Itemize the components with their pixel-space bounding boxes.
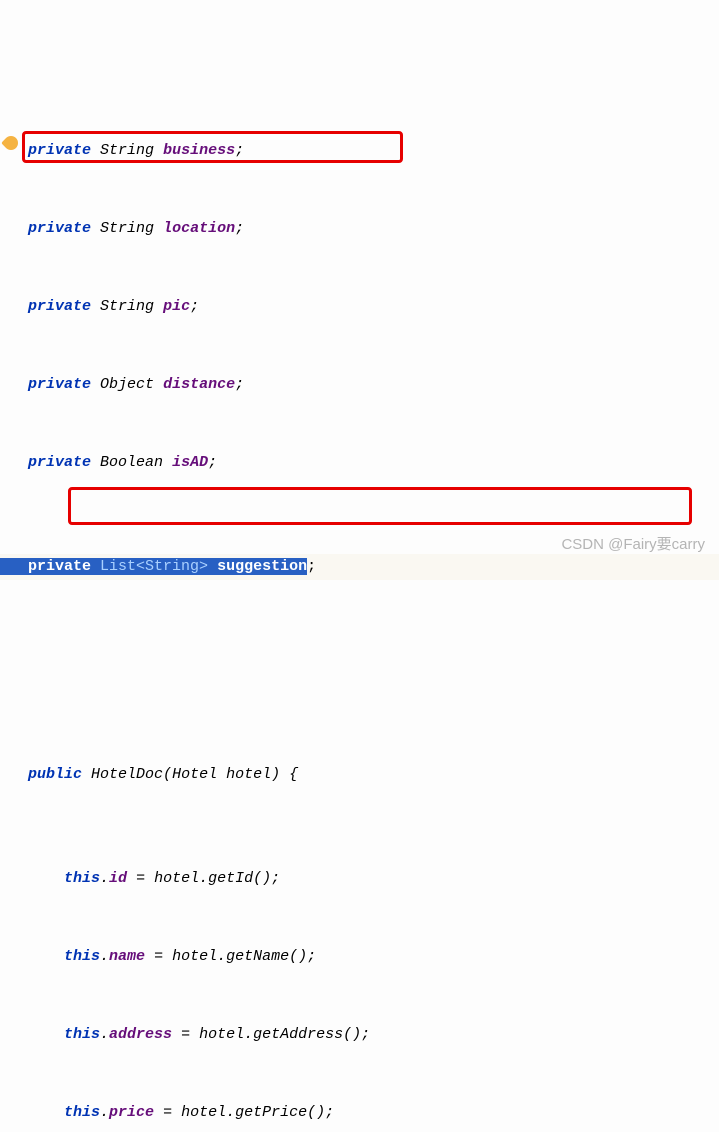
code-line: this.address = hotel.getAddress();	[0, 1022, 719, 1048]
code-line: private Object distance;	[0, 372, 719, 398]
watermark-text: CSDN @Fairy要carry	[561, 532, 705, 558]
code-line: private Boolean isAD;	[0, 450, 719, 476]
code-line: public HotelDoc(Hotel hotel) {	[0, 762, 719, 788]
code-editor: private String business; private String …	[0, 0, 719, 1132]
annotation-box	[68, 487, 692, 525]
code-line-blank	[0, 658, 719, 684]
code-line: private String business;	[0, 138, 719, 164]
code-line: this.id = hotel.getId();	[0, 866, 719, 892]
code-line: this.name = hotel.getName();	[0, 944, 719, 970]
code-line: private String location;	[0, 216, 719, 242]
code-line: private String pic;	[0, 294, 719, 320]
code-line: this.price = hotel.getPrice();	[0, 1100, 719, 1126]
